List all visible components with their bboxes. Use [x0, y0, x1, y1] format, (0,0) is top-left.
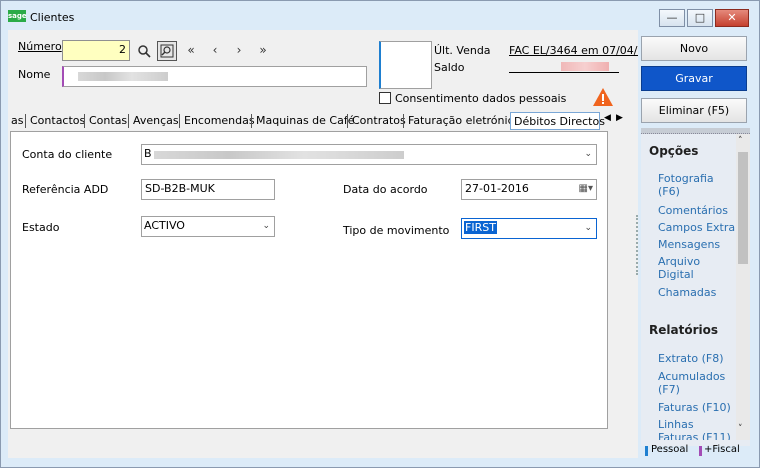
option-arquivo-digital[interactable]: Arquivo Digital — [658, 255, 718, 281]
tab-scroll-left-icon[interactable]: ◀ — [604, 113, 611, 123]
tab-contactos[interactable]: Contactos — [27, 112, 88, 130]
nome-label: Nome — [18, 68, 50, 81]
close-button[interactable]: ✕ — [715, 9, 749, 27]
next-record-button[interactable]: › — [229, 41, 249, 61]
tab-debitos-directos[interactable]: Débitos Directos — [510, 112, 605, 130]
calendar-icon[interactable]: ▦▾ — [579, 180, 593, 198]
report-linhas-faturas[interactable]: Linhas Faturas (F11) — [658, 418, 736, 440]
sage-logo: sage — [8, 10, 27, 22]
search-icon — [138, 45, 151, 58]
relatorios-heading: Relatórios — [649, 323, 718, 337]
novo-button[interactable]: Novo — [641, 36, 747, 61]
tab-avencas[interactable]: Avenças — [130, 112, 182, 130]
report-faturas[interactable]: Faturas (F10) — [658, 401, 731, 414]
referencia-add-label: Referência ADD — [22, 183, 109, 196]
tab-separator — [179, 114, 180, 128]
sidebar-scrollbar[interactable]: ˄ ˅ — [736, 134, 750, 440]
nome-label-text: Nome — [18, 68, 51, 81]
tab-contas[interactable]: Contas — [86, 112, 130, 130]
tab-contratos[interactable]: Contratos — [349, 112, 409, 130]
estado-value: ACTIVO — [144, 219, 185, 232]
referencia-add-input[interactable]: SD-B2B-MUK — [141, 179, 275, 200]
estado-select[interactable]: ACTIVO ⌄ — [141, 216, 275, 237]
previous-record-button[interactable]: ‹ — [205, 41, 225, 61]
estado-label: Estado — [22, 221, 60, 234]
pessoal-marker — [645, 446, 648, 456]
saldo-value — [509, 61, 619, 73]
chevron-down-icon: ⌄ — [584, 223, 592, 233]
numero-label: Número — [18, 40, 62, 53]
title-bar — [1, 1, 757, 29]
tipo-movimento-value: FIRST — [464, 221, 497, 234]
fiscal-legend: +Fiscal — [704, 444, 740, 455]
numero-label-text: Número — [18, 40, 62, 53]
numero-input[interactable]: 2 — [62, 40, 130, 61]
tab-scroll-right-icon[interactable]: ▶ — [616, 113, 623, 123]
chevron-down-icon: ⌄ — [262, 221, 270, 231]
gravar-button[interactable]: Gravar — [641, 66, 747, 91]
report-extrato[interactable]: Extrato (F8) — [658, 352, 723, 365]
scrollbar-thumb[interactable] — [738, 152, 748, 264]
tab-separator — [403, 114, 404, 128]
tab-maquinas-cafe[interactable]: Maquinas de Café — [253, 112, 358, 130]
tab-separator — [251, 114, 252, 128]
redacted-saldo — [561, 62, 609, 71]
consent-checkbox[interactable] — [379, 92, 391, 104]
conta-cliente-label: Conta do cliente — [22, 148, 113, 161]
window-title: Clientes — [30, 11, 75, 24]
data-acordo-input[interactable]: 27-01-2016 ▦▾ — [461, 179, 597, 200]
tipo-movimento-label: Tipo de movimento — [343, 224, 450, 237]
consent-label: Consentimento dados pessoais — [395, 92, 567, 105]
redacted-name — [78, 72, 168, 81]
ult-venda-link[interactable]: FAC EL/3464 em 07/04/2 — [509, 44, 638, 57]
option-campos-extra[interactable]: Campos Extra — [658, 221, 735, 234]
scroll-up-icon[interactable]: ˄ — [738, 136, 743, 146]
chevron-down-icon: ⌄ — [584, 149, 592, 159]
nome-input[interactable] — [62, 66, 367, 87]
report-acumulados[interactable]: Acumulados (F7) — [658, 370, 728, 396]
eliminar-button[interactable]: Eliminar (F5) — [641, 98, 747, 123]
data-acordo-label: Data do acordo — [343, 183, 428, 196]
minimize-button[interactable]: — — [659, 9, 685, 27]
fiscal-marker — [699, 446, 702, 456]
tab-partial[interactable]: as — [8, 112, 26, 130]
option-comentarios[interactable]: Comentários — [658, 204, 728, 217]
pessoal-legend: Pessoal — [651, 444, 689, 455]
tab-separator — [128, 114, 129, 128]
advanced-search-button[interactable] — [157, 41, 177, 61]
last-record-button[interactable]: » — [253, 41, 273, 61]
saldo-label: Saldo — [434, 61, 465, 74]
option-fotografia[interactable]: Fotografia (F6) — [658, 172, 736, 198]
option-chamadas[interactable]: Chamadas — [658, 286, 716, 299]
ult-venda-label: Últ. Venda — [434, 44, 491, 57]
splitter-handle[interactable] — [636, 215, 640, 275]
conta-cliente-value: B — [144, 147, 152, 160]
conta-cliente-select[interactable]: B ⌄ — [141, 144, 597, 165]
opcoes-heading: Opções — [649, 144, 699, 158]
tab-separator — [25, 114, 26, 128]
search-button[interactable] — [134, 41, 154, 61]
tab-faturacao-eletronica[interactable]: Faturação eletrónica — [405, 112, 523, 130]
data-acordo-value: 27-01-2016 — [465, 182, 529, 195]
debitos-directos-panel — [10, 131, 608, 429]
first-record-button[interactable]: « — [181, 41, 201, 61]
maximize-button[interactable]: □ — [687, 9, 713, 27]
sidebar-grip[interactable] — [641, 128, 750, 134]
tipo-movimento-select[interactable]: FIRST ⌄ — [461, 218, 597, 239]
option-mensagens[interactable]: Mensagens — [658, 238, 720, 251]
tab-separator — [84, 114, 85, 128]
client-photo[interactable] — [379, 41, 432, 89]
scroll-down-icon[interactable]: ˅ — [738, 424, 743, 434]
warning-icon[interactable] — [592, 87, 614, 107]
tab-separator — [347, 114, 348, 128]
saldo-underline — [509, 72, 619, 73]
tab-encomendas[interactable]: Encomendas — [181, 112, 258, 130]
zoom-search-icon — [160, 44, 174, 58]
redacted-account — [154, 151, 404, 159]
